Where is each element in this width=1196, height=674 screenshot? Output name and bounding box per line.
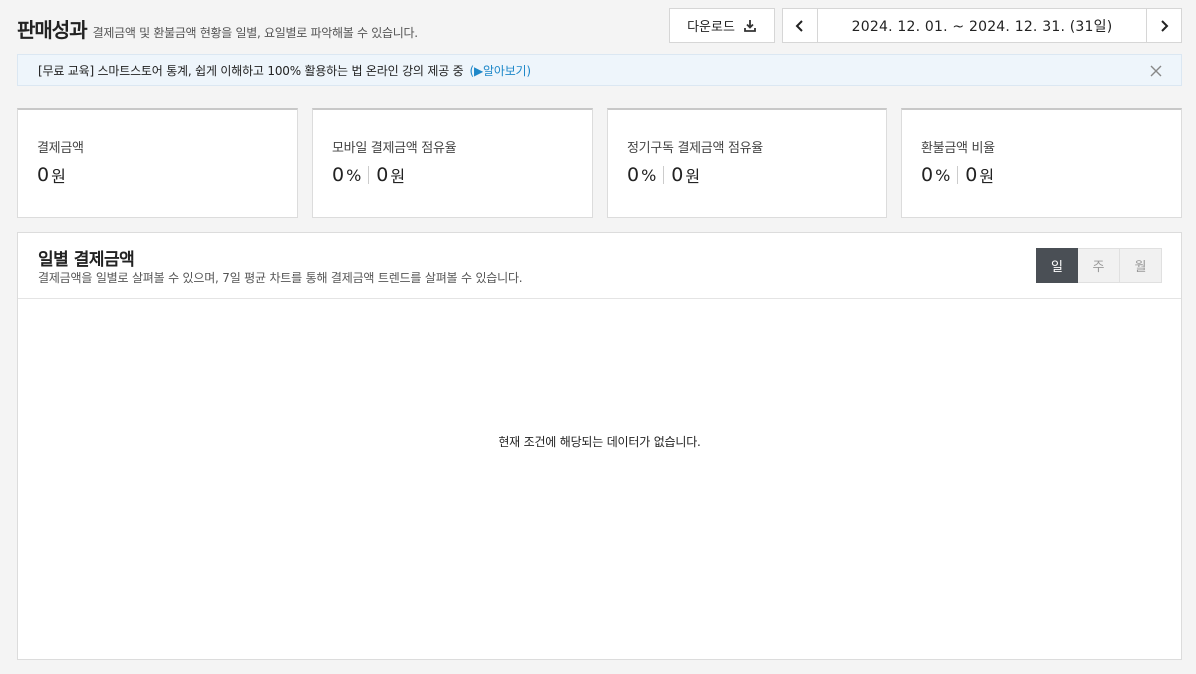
download-button[interactable]: 다운로드 [669,8,775,43]
metric-card-mobile-share: 모바일 결제금액 점유율 0 % 0 원 [312,108,593,218]
value-divider [957,166,959,184]
metric-amount: 0 [671,164,684,186]
education-notice-banner: [무료 교육] 스마트스토어 통계, 쉽게 이해하고 100% 활용하는 법 온… [17,54,1182,86]
download-button-label: 다운로드 [687,20,735,35]
notice-text: [무료 교육] 스마트스토어 통계, 쉽게 이해하고 100% 활용하는 법 온… [38,63,464,78]
metric-percent-unit: % [641,165,657,185]
metric-value: 0 원 [37,163,66,187]
metric-label: 환불금액 비율 [921,141,995,156]
page-title: 판매성과 [17,18,88,42]
metric-card-refund-ratio: 환불금액 비율 0 % 0 원 [901,108,1182,218]
chevron-left-icon [795,19,803,32]
panel-title: 일별 결제금액 [38,250,135,270]
value-divider [368,166,370,184]
metric-amount-unit: 원 [685,167,701,186]
date-range-display[interactable]: 2024. 12. 01. ~ 2024. 12. 31. (31일) [818,9,1146,42]
metric-amount: 0 [37,164,50,186]
metric-amount-unit: 원 [390,167,406,186]
metric-label: 정기구독 결제금액 점유율 [627,141,763,156]
chevron-right-icon [1161,19,1169,32]
next-period-button[interactable] [1146,9,1181,42]
period-option-month[interactable]: 월 [1120,248,1162,283]
notice-learn-more-link[interactable]: (▶알아보기) [470,62,532,79]
period-option-week[interactable]: 주 [1078,248,1120,283]
panel-description: 결제금액을 일별로 살펴볼 수 있으며, 7일 평균 차트를 통해 결제금액 트… [38,271,523,285]
download-icon [744,19,756,32]
sales-performance-page: 판매성과 결제금액 및 환불금액 현황을 일별, 요일별로 파악해볼 수 있습니… [0,0,1196,674]
period-option-day[interactable]: 일 [1036,248,1078,283]
metric-percent-unit: % [346,165,362,185]
panel-header: 일별 결제금액 결제금액을 일별로 살펴볼 수 있으며, 7일 평균 차트를 통… [18,233,1181,299]
page-header: 판매성과 결제금액 및 환불금액 현황을 일별, 요일별로 파악해볼 수 있습니… [17,14,418,43]
value-divider [663,166,665,184]
close-icon[interactable] [1149,64,1163,78]
empty-state-message: 현재 조건에 해당되는 데이터가 없습니다. [498,435,701,449]
metric-amount-unit: 원 [979,167,995,186]
metric-percent-unit: % [935,165,951,185]
metric-value: 0 % 0 원 [332,163,405,187]
metric-amount: 0 [965,164,978,186]
metric-amount: 0 [376,164,389,186]
metric-value: 0 % 0 원 [921,163,994,187]
metric-card-payment-amount: 결제금액 0 원 [17,108,298,218]
metric-label: 모바일 결제금액 점유율 [332,141,457,156]
period-toggle: 일 주 월 [1036,248,1162,283]
metric-amount-unit: 원 [51,167,66,186]
metric-card-subscription-share: 정기구독 결제금액 점유율 0 % 0 원 [607,108,887,218]
metric-label: 결제금액 [37,141,84,156]
daily-payment-panel: 일별 결제금액 결제금액을 일별로 살펴볼 수 있으며, 7일 평균 차트를 통… [17,232,1182,660]
date-range-navigator: 2024. 12. 01. ~ 2024. 12. 31. (31일) [782,8,1182,43]
metric-percent: 0 [332,164,345,186]
page-description: 결제금액 및 환불금액 현황을 일별, 요일별로 파악해볼 수 있습니다. [92,26,418,40]
metric-percent: 0 [921,164,934,186]
prev-period-button[interactable] [783,9,818,42]
metric-value: 0 % 0 원 [627,163,700,187]
metric-percent: 0 [627,164,640,186]
